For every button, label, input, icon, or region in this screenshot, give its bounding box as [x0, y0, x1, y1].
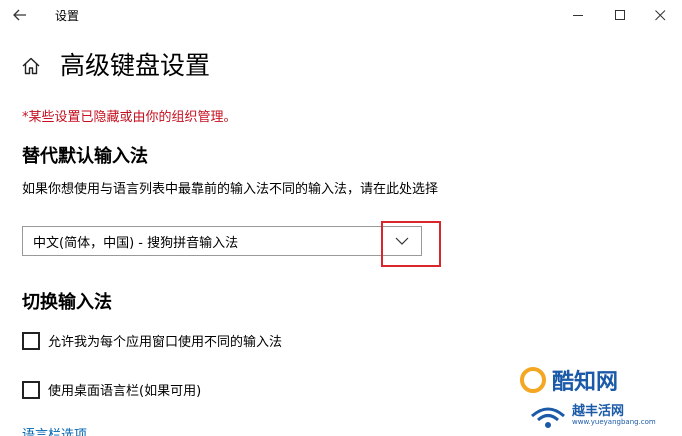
close-button[interactable] — [645, 3, 675, 27]
desktop-language-bar-checkbox-row[interactable]: 使用桌面语言栏(如果可用) — [22, 380, 201, 399]
default-input-dropdown[interactable]: 中文(简体，中国) - 搜狗拼音输入法 — [22, 226, 422, 256]
window-title: 设置 — [55, 9, 80, 23]
minimize-icon — [572, 14, 583, 16]
watermark-url: www.yueyangbang.com — [572, 418, 656, 426]
watermark-text: 酷知网 — [552, 370, 619, 395]
wifi-house-icon — [531, 407, 565, 428]
minimize-button[interactable] — [563, 3, 593, 27]
watermark-logo: 酷知网 — [520, 362, 670, 398]
back-button[interactable] — [9, 4, 31, 26]
title-bar: 设置 — [0, 0, 682, 30]
switch-input-heading: 切换输入法 — [22, 292, 112, 313]
watermark-circle-icon — [520, 367, 546, 393]
default-input-heading: 替代默认输入法 — [22, 146, 148, 167]
home-button[interactable] — [21, 56, 41, 76]
watermark-secondary: 越丰活网 www.yueyangbang.com — [528, 398, 678, 434]
desktop-language-bar-checkbox[interactable] — [22, 380, 40, 399]
back-arrow-icon — [13, 9, 26, 21]
per-app-input-checkbox[interactable] — [22, 331, 40, 350]
dropdown-selected-value: 中文(简体，中国) - 搜狗拼音输入法 — [33, 235, 239, 251]
per-app-input-checkbox-row[interactable]: 允许我为每个应用窗口使用不同的输入法 — [22, 331, 282, 350]
maximize-button[interactable] — [605, 3, 635, 27]
checkbox-label: 允许我为每个应用窗口使用不同的输入法 — [48, 335, 283, 350]
checkbox-label: 使用桌面语言栏(如果可用) — [48, 384, 202, 399]
default-input-description: 如果你想使用与语言列表中最靠前的输入法不同的输入法，请在此处选择 — [22, 182, 439, 197]
maximize-icon — [614, 9, 625, 20]
close-icon — [654, 9, 665, 20]
watermark-secondary-text: 越丰活网 — [572, 404, 625, 419]
home-icon — [22, 57, 40, 75]
managed-settings-note: *某些设置已隐藏或由你的组织管理。 — [22, 110, 237, 125]
language-bar-options-link[interactable]: 语言栏选项 — [22, 424, 87, 436]
red-highlight-box — [381, 221, 441, 267]
page-title: 高级键盘设置 — [60, 51, 211, 80]
